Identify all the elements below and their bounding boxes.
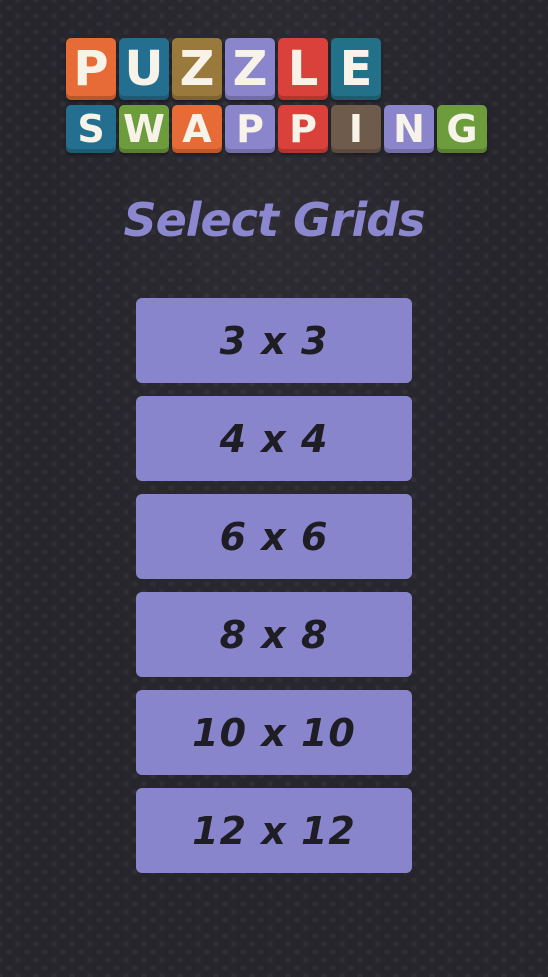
logo-letter: Z bbox=[179, 41, 215, 97]
logo-tile: N bbox=[384, 105, 434, 153]
logo-tile: I bbox=[331, 105, 381, 153]
logo-letter: E bbox=[339, 41, 373, 97]
logo-letter: I bbox=[348, 107, 364, 151]
logo-tile: Z bbox=[172, 38, 222, 100]
logo-letter: Z bbox=[232, 41, 268, 97]
logo-letter: P bbox=[289, 107, 317, 151]
grid-button-label: 6 x 6 bbox=[219, 514, 329, 559]
logo-tile: E bbox=[331, 38, 381, 100]
logo-tile: L bbox=[278, 38, 328, 100]
logo-letter: W bbox=[123, 107, 165, 151]
logo-letter: N bbox=[393, 107, 425, 151]
grid-button-label: 10 x 10 bbox=[192, 710, 356, 755]
grid-4x4-button[interactable]: 4 x 4 bbox=[136, 396, 412, 481]
logo-tile: Z bbox=[225, 38, 275, 100]
grid-3x3-button[interactable]: 3 x 3 bbox=[136, 298, 412, 383]
logo-tile: P bbox=[225, 105, 275, 153]
logo-letter: G bbox=[446, 107, 478, 151]
logo-tile: U bbox=[119, 38, 169, 100]
grid-button-label: 12 x 12 bbox=[192, 808, 356, 853]
logo-tile: G bbox=[437, 105, 487, 153]
logo-letter: P bbox=[73, 41, 109, 97]
logo-letter: L bbox=[287, 41, 319, 97]
grid-8x8-button[interactable]: 8 x 8 bbox=[136, 592, 412, 677]
logo-letter: P bbox=[236, 107, 264, 151]
logo-letter: A bbox=[182, 107, 212, 151]
logo-row-swapping: S W A P P I N G bbox=[66, 105, 490, 153]
grid-button-label: 4 x 4 bbox=[219, 416, 329, 461]
logo-tile: P bbox=[66, 38, 116, 100]
logo-tile: S bbox=[66, 105, 116, 153]
logo-letter: U bbox=[124, 41, 164, 97]
grid-12x12-button[interactable]: 12 x 12 bbox=[136, 788, 412, 873]
grid-size-menu: 3 x 3 4 x 4 6 x 6 8 x 8 10 x 10 12 x 12 bbox=[136, 298, 412, 886]
screen-title: Select Grids bbox=[123, 193, 425, 247]
logo-tile: P bbox=[278, 105, 328, 153]
logo-letter: S bbox=[77, 107, 105, 151]
grid-button-label: 3 x 3 bbox=[219, 318, 329, 363]
logo-tile: W bbox=[119, 105, 169, 153]
grid-10x10-button[interactable]: 10 x 10 bbox=[136, 690, 412, 775]
logo-tile: A bbox=[172, 105, 222, 153]
grid-6x6-button[interactable]: 6 x 6 bbox=[136, 494, 412, 579]
logo-row-puzzle: P U Z Z L E bbox=[66, 38, 384, 100]
game-screen: P U Z Z L E S W A P P I N G Select Grids… bbox=[0, 0, 548, 977]
grid-button-label: 8 x 8 bbox=[219, 612, 329, 657]
